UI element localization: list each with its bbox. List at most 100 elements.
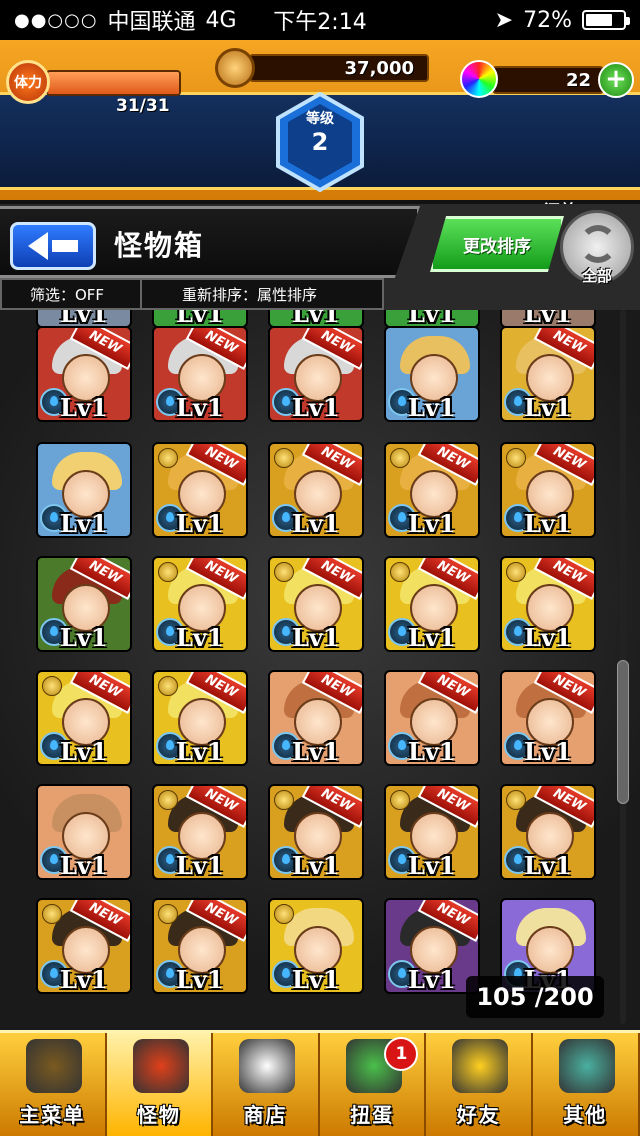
monster-card[interactable]: Lv1 NEW [152, 442, 248, 538]
coin-icon [506, 790, 526, 810]
network-type: 4G [205, 7, 237, 33]
nav-label: 怪物 [136, 1103, 181, 1127]
monster-card[interactable]: Lv1 NEW [500, 670, 596, 766]
page-title: 怪物箱 [114, 229, 205, 262]
coin-icon [274, 562, 294, 582]
monster-card[interactable]: Lv1 [36, 442, 132, 538]
rank-badge: 等级 2 [274, 92, 366, 192]
gold-value: 37,000 [344, 58, 414, 79]
monster-level: Lv1 [176, 965, 224, 994]
monster-level: Lv1 [524, 509, 572, 538]
monster-level: Lv1 [292, 965, 340, 994]
rainbow-orb-icon [460, 60, 498, 98]
monster-card[interactable]: Lv1 NEW [500, 442, 596, 538]
coin-icon [158, 562, 178, 582]
monster-card[interactable]: Lv1 NEW [500, 326, 596, 422]
monster-level: Lv1 [60, 393, 108, 422]
monster-card[interactable]: Lv1 NEW [268, 670, 364, 766]
back-button[interactable] [10, 222, 96, 270]
monster-card[interactable]: Lv1 NEW [268, 784, 364, 880]
monster-level: Lv1 [176, 851, 224, 880]
battery-icon [582, 10, 630, 30]
show-all-button[interactable]: 全部 [560, 210, 634, 285]
monster-level: Lv1 [408, 851, 456, 880]
monster-level: Lv1 [524, 851, 572, 880]
status-time: 下午2:14 [273, 10, 367, 35]
monster-card[interactable]: Lv1 NEW [36, 670, 132, 766]
monster-box-grid[interactable]: Lv1 Lv1 Lv1 Lv1 Lv1 Lv1 NEW Lv1 NEW Lv1 NEW Lv1 Lv1 N… [0, 310, 640, 1030]
monster-card[interactable]: Lv1 NEW [268, 556, 364, 652]
monster-card[interactable]: Lv1 NEW [500, 784, 596, 880]
monsters-icon [132, 1039, 189, 1093]
stamina-bar [46, 70, 181, 96]
monster-level: Lv1 [292, 623, 340, 652]
change-sort-button[interactable]: 更改排序 [430, 216, 564, 272]
coin-icon [274, 448, 294, 468]
monster-level: Lv1 [176, 393, 224, 422]
scrollbar-thumb[interactable] [617, 660, 629, 804]
monster-card[interactable]: Lv1 NEW [152, 898, 248, 994]
monster-level: Lv1 [60, 851, 108, 880]
monster-level: Lv1 [292, 509, 340, 538]
coin-icon [274, 790, 294, 810]
gold-coin-icon [215, 48, 255, 88]
monster-card[interactable]: Lv1 NEW [152, 670, 248, 766]
monster-card[interactable]: Lv1 NEW [500, 556, 596, 652]
coin-icon [390, 448, 410, 468]
buy-orbs-button[interactable]: + [598, 62, 634, 98]
nav-monsters[interactable]: 怪物 [106, 1033, 214, 1136]
resort-option[interactable]: 重新排序：属性排序 [142, 284, 317, 305]
monster-level: Lv1 [176, 509, 224, 538]
monster-card[interactable]: Lv1 NEW [152, 326, 248, 422]
monster-card[interactable]: Lv1 NEW [36, 326, 132, 422]
monster-level: Lv1 [524, 623, 572, 652]
nav-shop[interactable]: 商店 [213, 1033, 320, 1136]
coin-icon [274, 904, 294, 924]
monster-level: Lv1 [408, 623, 456, 652]
monster-box-header: 怪物箱 更改排序 全部 筛选：OFF 重新排序：属性排序 [0, 204, 640, 310]
shop-icon [239, 1039, 296, 1093]
monster-card[interactable]: Lv1 NEW [384, 442, 480, 538]
friends-icon [452, 1039, 509, 1093]
monster-level: Lv1 [60, 509, 108, 538]
nav-label: 好友 [456, 1103, 501, 1127]
monster-card[interactable]: Lv1 NEW [384, 670, 480, 766]
nav-label: 商店 [243, 1103, 288, 1127]
filter-toggle[interactable]: 筛选：OFF [2, 280, 142, 308]
coin-icon [390, 562, 410, 582]
orb-value: 22 [566, 70, 592, 91]
coin-icon [506, 448, 526, 468]
monster-level: Lv1 [408, 393, 456, 422]
nav-other[interactable]: 其他 [533, 1033, 640, 1136]
monster-card[interactable]: Lv1 NEW [36, 556, 132, 652]
coin-icon [158, 676, 178, 696]
refresh-icon [579, 225, 617, 263]
monster-card[interactable]: Lv1 [384, 326, 480, 422]
monster-level: Lv1 [524, 737, 572, 766]
nav-friends[interactable]: 好友 [426, 1033, 533, 1136]
orb-counter: 22 + [460, 60, 635, 100]
monster-card[interactable]: Lv1 NEW [152, 556, 248, 652]
monster-card[interactable]: Lv1 [36, 784, 132, 880]
monster-card[interactable]: Lv1 NEW [384, 784, 480, 880]
stamina-meter: 体力 31/31 [6, 60, 196, 116]
monster-card[interactable]: Lv1 NEW [36, 898, 132, 994]
player-hud: Ky 经验值 还差 111 体力 31/31 37,000 22 + 等级 2 [0, 40, 640, 241]
location-icon: ➤ [494, 7, 514, 33]
nav-gacha[interactable]: 扭蛋 1 [320, 1033, 427, 1136]
coin-icon [158, 904, 178, 924]
nav-label: 主菜单 [19, 1103, 86, 1127]
nav-label: 扭蛋 [350, 1103, 395, 1127]
stamina-value: 31/31 [116, 96, 170, 116]
notification-badge: 1 [384, 1037, 419, 1071]
rank-value: 2 [311, 128, 329, 156]
gold-counter: 37,000 [215, 48, 430, 88]
monster-card[interactable]: Lv1 [268, 898, 364, 994]
monster-card[interactable]: Lv1 NEW [268, 442, 364, 538]
monster-card[interactable]: Lv1 NEW [268, 326, 364, 422]
monster-card[interactable]: Lv1 NEW [384, 556, 480, 652]
monster-card[interactable]: Lv1 NEW [152, 784, 248, 880]
monster-level: Lv1 [60, 737, 108, 766]
monster-level: Lv1 [408, 965, 456, 994]
nav-main-menu[interactable]: 主菜单 [0, 1033, 107, 1136]
